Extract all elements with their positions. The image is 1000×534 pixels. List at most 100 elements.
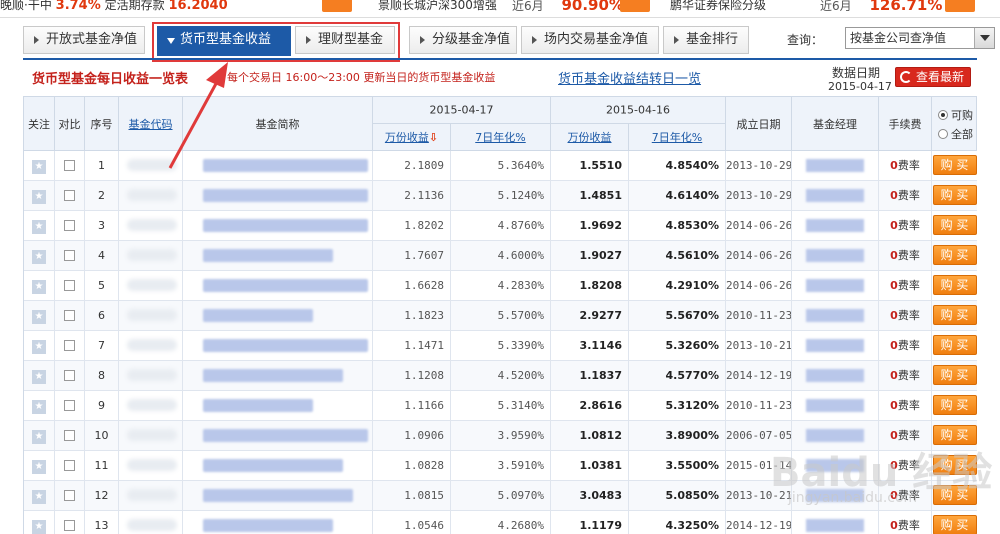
fund-name-cell[interactable] [183, 271, 373, 300]
buy-button[interactable]: 购 买 [932, 305, 977, 325]
header-annual-7d-previous[interactable]: 7日年化% [629, 124, 726, 151]
compare-checkbox[interactable] [64, 490, 75, 501]
compare-checkbox[interactable] [64, 190, 75, 201]
header-annual-7d-current[interactable]: 7日年化% [451, 124, 551, 151]
tab-exchange-fund-nav[interactable]: 场内交易基金净值 [521, 26, 659, 54]
buy-button[interactable]: 购 买 [932, 155, 977, 175]
compare-checkbox[interactable] [64, 310, 75, 321]
redacted-code [127, 429, 177, 441]
chevron-down-icon[interactable] [974, 28, 994, 48]
fund-name-cell[interactable] [183, 211, 373, 240]
filter-buyable-radio[interactable]: 可购 [938, 107, 973, 123]
fund-code-cell[interactable] [119, 391, 183, 420]
compare-checkbox[interactable] [64, 220, 75, 231]
star-icon[interactable]: ★ [32, 520, 46, 534]
star-icon[interactable]: ★ [32, 190, 46, 204]
star-icon[interactable]: ★ [32, 220, 46, 234]
compare-checkbox[interactable] [64, 370, 75, 381]
fund-code-cell[interactable] [119, 271, 183, 300]
fund-name-cell[interactable] [183, 301, 373, 330]
yield-10k-previous: 3.1146 [551, 331, 629, 360]
filter-all-radio[interactable]: 全部 [938, 126, 973, 142]
manager-cell[interactable] [792, 331, 879, 360]
fund-name-cell[interactable] [183, 481, 373, 510]
fund-code-cell[interactable] [119, 421, 183, 450]
tab-structured-fund-nav[interactable]: 分级基金净值 [409, 26, 517, 54]
fund-name-cell[interactable] [183, 391, 373, 420]
view-latest-button[interactable]: 查看最新 [895, 67, 971, 87]
ticker-buy-button[interactable] [945, 0, 975, 12]
fund-name-cell[interactable] [183, 181, 373, 210]
fund-code-cell[interactable] [119, 481, 183, 510]
fund-code-cell[interactable] [119, 331, 183, 360]
header-yield-10k-previous[interactable]: 万份收益 [551, 124, 629, 151]
carryover-link[interactable]: 货币基金收益结转日一览 [558, 68, 701, 87]
fund-code-cell[interactable] [119, 451, 183, 480]
manager-cell[interactable] [792, 241, 879, 270]
buy-button[interactable]: 购 买 [932, 215, 977, 235]
compare-checkbox[interactable] [64, 340, 75, 351]
ticker-buy-button[interactable] [620, 0, 650, 12]
star-icon[interactable]: ★ [32, 430, 46, 444]
fund-name-cell[interactable] [183, 331, 373, 360]
fund-name-cell[interactable] [183, 151, 373, 180]
fund-code-cell[interactable] [119, 181, 183, 210]
header-fund-code[interactable]: 基金代码 [119, 97, 183, 151]
tab-fund-ranking[interactable]: 基金排行 [663, 26, 749, 54]
compare-checkbox[interactable] [64, 250, 75, 261]
manager-cell[interactable] [792, 151, 879, 180]
ticker-buy-button[interactable] [322, 0, 352, 12]
manager-cell[interactable] [792, 211, 879, 240]
compare-checkbox[interactable] [64, 460, 75, 471]
buy-cell: 购 买 [932, 361, 977, 390]
manager-cell[interactable] [792, 511, 879, 534]
buy-button[interactable]: 购 买 [932, 365, 977, 385]
star-icon[interactable]: ★ [32, 400, 46, 414]
manager-cell[interactable] [792, 271, 879, 300]
manager-cell[interactable] [792, 361, 879, 390]
star-icon[interactable]: ★ [32, 160, 46, 174]
buy-button[interactable]: 购 买 [932, 185, 977, 205]
tab-money-fund-yield[interactable]: 货币型基金收益 [157, 26, 291, 56]
star-icon[interactable]: ★ [32, 370, 46, 384]
buy-button[interactable]: 购 买 [932, 395, 977, 415]
header-yield-10k-current[interactable]: 万份收益⇩ [373, 124, 451, 151]
fund-code-cell[interactable] [119, 511, 183, 534]
star-icon[interactable]: ★ [32, 310, 46, 324]
buy-button[interactable]: 购 买 [932, 245, 977, 265]
manager-cell[interactable] [792, 181, 879, 210]
manager-cell[interactable] [792, 391, 879, 420]
fund-code-cell[interactable] [119, 151, 183, 180]
fund-name-cell[interactable] [183, 511, 373, 534]
manager-cell[interactable] [792, 301, 879, 330]
star-icon[interactable]: ★ [32, 280, 46, 294]
tab-wealth-fund[interactable]: 理财型基金 [295, 26, 395, 54]
fund-code-cell[interactable] [119, 241, 183, 270]
tab-open-fund-nav[interactable]: 开放式基金净值 [23, 26, 145, 54]
fee-label: 费率 [897, 339, 920, 352]
compare-checkbox[interactable] [64, 520, 75, 531]
compare-checkbox[interactable] [64, 280, 75, 291]
fund-code-cell[interactable] [119, 301, 183, 330]
fund-name-cell[interactable] [183, 241, 373, 270]
compare-checkbox[interactable] [64, 400, 75, 411]
yield-10k-current: 2.1809 [373, 151, 451, 180]
query-select[interactable]: 按基金公司查净值 [845, 27, 995, 49]
compare-checkbox[interactable] [64, 160, 75, 171]
fund-name-cell[interactable] [183, 361, 373, 390]
redacted-code [127, 339, 177, 351]
fee-value: 0 [890, 399, 898, 412]
buy-button[interactable]: 购 买 [932, 275, 977, 295]
buy-button[interactable]: 购 买 [932, 335, 977, 355]
compare-checkbox[interactable] [64, 430, 75, 441]
star-icon[interactable]: ★ [32, 460, 46, 474]
fund-name-cell[interactable] [183, 451, 373, 480]
fund-code-cell[interactable] [119, 211, 183, 240]
star-icon[interactable]: ★ [32, 250, 46, 264]
buy-button[interactable]: 购 买 [932, 515, 977, 534]
star-icon[interactable]: ★ [32, 490, 46, 504]
fund-name-cell[interactable] [183, 421, 373, 450]
fee-label: 费率 [897, 519, 920, 532]
star-icon[interactable]: ★ [32, 340, 46, 354]
fund-code-cell[interactable] [119, 361, 183, 390]
